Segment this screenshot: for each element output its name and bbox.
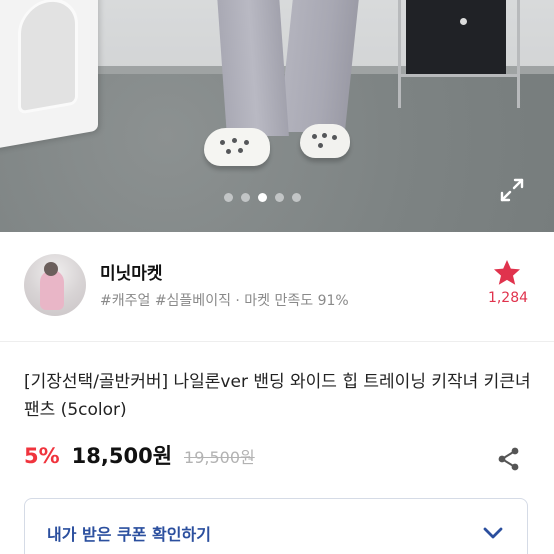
chevron-down-icon	[483, 527, 503, 539]
price-row: 5% 18,500원 19,500원	[24, 440, 255, 474]
coupon-check-button[interactable]: 내가 받은 쿠폰 확인하기	[24, 498, 528, 554]
carousel-indicator	[224, 193, 301, 202]
like-count: 1,284	[487, 290, 529, 306]
wavy-mirror	[0, 0, 98, 150]
carousel-dot[interactable]	[292, 193, 301, 202]
cabinet	[398, 0, 520, 108]
expand-icon[interactable]	[498, 176, 526, 204]
product-title: [기장선택/골반커버] 나일론ver 밴딩 와이드 힙 트레이닝 키작녀 키큰녀…	[24, 372, 531, 420]
carousel-dot[interactable]	[275, 193, 284, 202]
coupon-label: 내가 받은 쿠폰 확인하기	[47, 525, 211, 544]
discount-rate: 5%	[24, 444, 60, 468]
star-icon[interactable]	[492, 258, 522, 288]
product-detail-page: 미닛마켓 #캐주얼 #심플베이직 · 마켓 만족도 91% 1,284 [기장선…	[0, 0, 554, 554]
sale-price: 18,500원	[71, 444, 173, 468]
carousel-dot[interactable]	[224, 193, 233, 202]
carousel-dot-active[interactable]	[258, 193, 267, 202]
original-price: 19,500원	[184, 448, 255, 467]
right-shoe	[300, 124, 350, 158]
product-image[interactable]	[0, 0, 554, 232]
carousel-dot[interactable]	[241, 193, 250, 202]
share-icon[interactable]	[496, 446, 522, 472]
left-shoe	[204, 128, 270, 166]
shop-tags-satisfaction: #캐주얼 #심플베이직 · 마켓 만족도 91%	[100, 293, 349, 309]
shop-avatar[interactable]	[24, 254, 86, 316]
pants-left-leg	[217, 0, 289, 136]
shop-name[interactable]: 미닛마켓	[100, 259, 163, 284]
shop-info[interactable]: 미닛마켓 #캐주얼 #심플베이직 · 마켓 만족도 91% 1,284	[0, 232, 554, 342]
